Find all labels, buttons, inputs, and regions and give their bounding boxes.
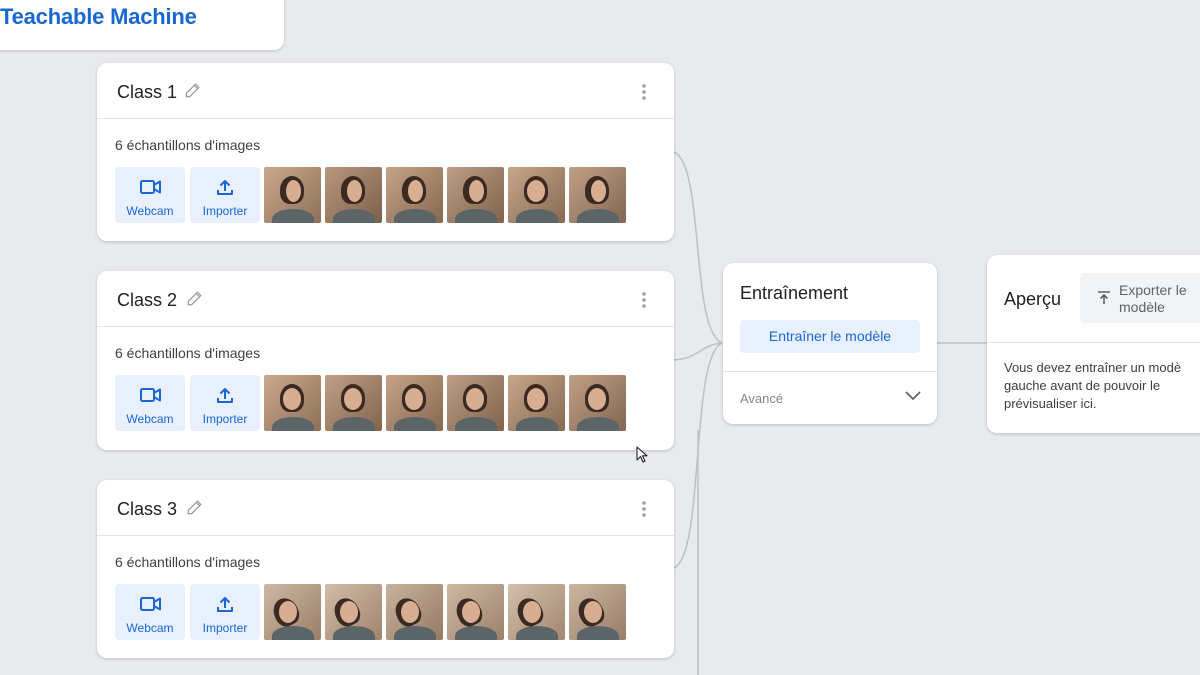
import-label: Importer bbox=[202, 204, 248, 218]
pencil-icon[interactable] bbox=[185, 497, 205, 517]
chevron-down-icon bbox=[905, 391, 921, 401]
pencil-icon[interactable] bbox=[185, 288, 205, 308]
webcam-label: Webcam bbox=[126, 621, 174, 635]
sample-image[interactable] bbox=[386, 167, 443, 223]
preview-message-line: prévisualiser ici. bbox=[1004, 396, 1097, 411]
webcam-button[interactable]: Webcam bbox=[115, 375, 185, 431]
sample-image[interactable] bbox=[447, 584, 504, 640]
export-label-line: Exporter le bbox=[1119, 282, 1187, 298]
import-button[interactable]: Importer bbox=[190, 375, 260, 431]
export-model-button[interactable]: Exporter le modèle bbox=[1080, 273, 1200, 323]
train-model-button[interactable]: Entraîner le modèle bbox=[740, 320, 920, 353]
sample-image[interactable] bbox=[386, 375, 443, 431]
sample-image[interactable] bbox=[569, 584, 626, 640]
import-label: Importer bbox=[202, 412, 248, 426]
preview-message: Vous devez entraîner un modè gauche avan… bbox=[1004, 359, 1200, 413]
advanced-label: Avancé bbox=[740, 391, 784, 406]
more-vert-icon[interactable] bbox=[636, 290, 652, 310]
sample-image[interactable] bbox=[264, 584, 321, 640]
preview-message-line: Vous devez entraîner un modè bbox=[1004, 360, 1182, 375]
upload-icon bbox=[217, 388, 233, 403]
videocam-icon bbox=[140, 180, 161, 194]
export-upload-icon bbox=[1098, 291, 1110, 304]
sample-image[interactable] bbox=[264, 167, 321, 223]
class-header: Class 2 bbox=[97, 271, 674, 327]
export-label-line: modèle bbox=[1119, 299, 1165, 315]
app-title: Teachable Machine bbox=[0, 4, 197, 29]
export-label: Exporter le modèle bbox=[1119, 282, 1200, 316]
sample-image[interactable] bbox=[569, 375, 626, 431]
sample-image[interactable] bbox=[508, 375, 565, 431]
sample-image[interactable] bbox=[264, 375, 321, 431]
class-card-1: Class 1 6 échantillons d'images Webcam I… bbox=[97, 63, 674, 241]
webcam-button[interactable]: Webcam bbox=[115, 584, 185, 640]
webcam-label: Webcam bbox=[126, 204, 174, 218]
import-button[interactable]: Importer bbox=[190, 584, 260, 640]
class-name[interactable]: Class 2 bbox=[117, 290, 177, 311]
class-name[interactable]: Class 1 bbox=[117, 82, 177, 103]
upload-icon bbox=[217, 180, 233, 195]
sample-image[interactable] bbox=[447, 375, 504, 431]
mouse-cursor-icon bbox=[636, 446, 648, 463]
class-card-2: Class 2 6 échantillons d'images Webcam I… bbox=[97, 271, 674, 450]
webcam-button[interactable]: Webcam bbox=[115, 167, 185, 223]
sample-image[interactable] bbox=[447, 167, 504, 223]
training-title: Entraînement bbox=[740, 283, 849, 303]
sample-image[interactable] bbox=[569, 167, 626, 223]
sample-image[interactable] bbox=[508, 584, 565, 640]
videocam-icon bbox=[140, 388, 161, 402]
samples-count: 6 échantillons d'images bbox=[115, 137, 261, 153]
pencil-icon[interactable] bbox=[183, 80, 203, 100]
class-header: Class 3 bbox=[97, 480, 674, 536]
sample-image[interactable] bbox=[325, 584, 382, 640]
import-button[interactable]: Importer bbox=[190, 167, 260, 223]
sample-thumbnails bbox=[264, 167, 626, 223]
more-vert-icon[interactable] bbox=[636, 82, 652, 102]
samples-count: 6 échantillons d'images bbox=[115, 345, 261, 361]
advanced-toggle[interactable]: Avancé bbox=[723, 372, 937, 424]
divider bbox=[987, 342, 1200, 343]
preview-message-line: gauche avant de pouvoir le bbox=[1004, 378, 1161, 393]
videocam-icon bbox=[140, 597, 161, 611]
sample-image[interactable] bbox=[386, 584, 443, 640]
sample-image[interactable] bbox=[508, 167, 565, 223]
canvas: Teachable Machine Class 1 6 échantillons… bbox=[0, 0, 1200, 675]
import-label: Importer bbox=[202, 621, 248, 635]
class-card-3: Class 3 6 échantillons d'images Webcam I… bbox=[97, 480, 674, 658]
class-name[interactable]: Class 3 bbox=[117, 499, 177, 520]
more-vert-icon[interactable] bbox=[636, 499, 652, 519]
sample-image[interactable] bbox=[325, 167, 382, 223]
sample-thumbnails bbox=[264, 375, 626, 431]
logo-card: Teachable Machine bbox=[0, 0, 284, 50]
samples-count: 6 échantillons d'images bbox=[115, 554, 261, 570]
webcam-label: Webcam bbox=[126, 412, 174, 426]
upload-icon bbox=[217, 597, 233, 612]
training-card: Entraînement Entraîner le modèle Avancé bbox=[723, 263, 937, 424]
preview-title: Aperçu bbox=[1004, 289, 1062, 309]
sample-thumbnails bbox=[264, 584, 626, 640]
class-header: Class 1 bbox=[97, 63, 674, 119]
preview-card: Aperçu Exporter le modèle Vous devez ent… bbox=[987, 255, 1200, 433]
sample-image[interactable] bbox=[325, 375, 382, 431]
